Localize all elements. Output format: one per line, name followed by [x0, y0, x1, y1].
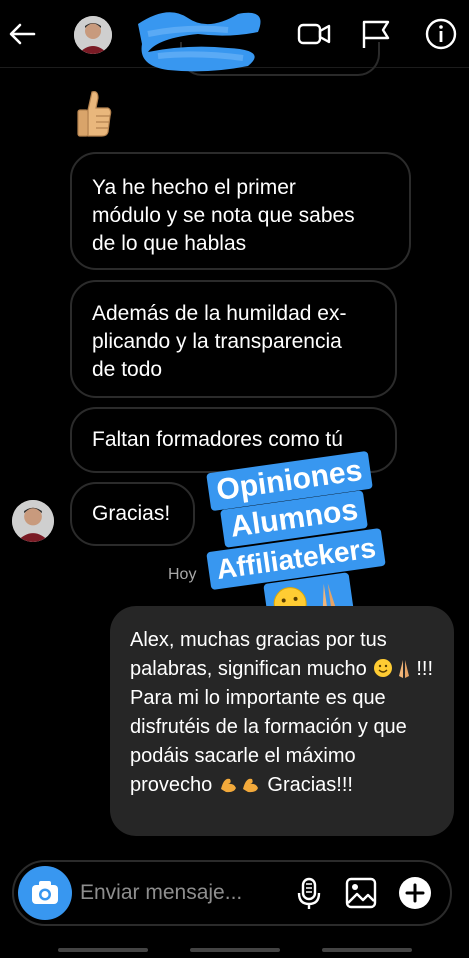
sender-avatar[interactable]: [12, 500, 54, 542]
person-avatar-icon: [74, 16, 112, 54]
incoming-message: Además de la humildad ex- plicando y la …: [70, 280, 397, 398]
gallery-icon[interactable]: [342, 874, 380, 912]
name-redaction-scribble: [138, 12, 261, 72]
add-circle-icon[interactable]: [396, 874, 434, 912]
camera-button[interactable]: [18, 866, 72, 920]
message-composer: Enviar mensaje...: [12, 860, 452, 926]
person-avatar-icon: [12, 500, 54, 542]
contact-avatar[interactable]: [74, 16, 112, 54]
camera-icon: [32, 881, 58, 904]
flexed-biceps-emoji-icon: [220, 778, 258, 793]
back-arrow-icon[interactable]: [4, 16, 40, 52]
reply-text: Alex, muchas gracias por tus palabras, s…: [130, 629, 387, 680]
microphone-icon[interactable]: [290, 874, 328, 912]
smile-and-pray-emoji-icon: [374, 659, 410, 678]
text-sticker: Opiniones Alumnos Affiliatekers: [200, 442, 387, 632]
reply-text: Gracias!!!: [261, 774, 353, 796]
info-icon[interactable]: [423, 16, 459, 52]
outgoing-message: Alex, muchas gracias por tus palabras, s…: [110, 606, 454, 836]
nav-home-button[interactable]: [190, 948, 280, 952]
incoming-message: Gracias!: [70, 482, 195, 546]
incoming-message: Ya he hecho el primer módulo y se nota q…: [70, 152, 411, 270]
nav-back-button[interactable]: [322, 948, 412, 952]
message-timestamp: Hoy: [168, 566, 197, 583]
message-input[interactable]: Enviar mensaje...: [80, 881, 242, 905]
thumbs-up-emoji-icon: [77, 91, 112, 137]
system-navigation-bar: [0, 944, 469, 958]
nav-recent-button[interactable]: [58, 948, 148, 952]
